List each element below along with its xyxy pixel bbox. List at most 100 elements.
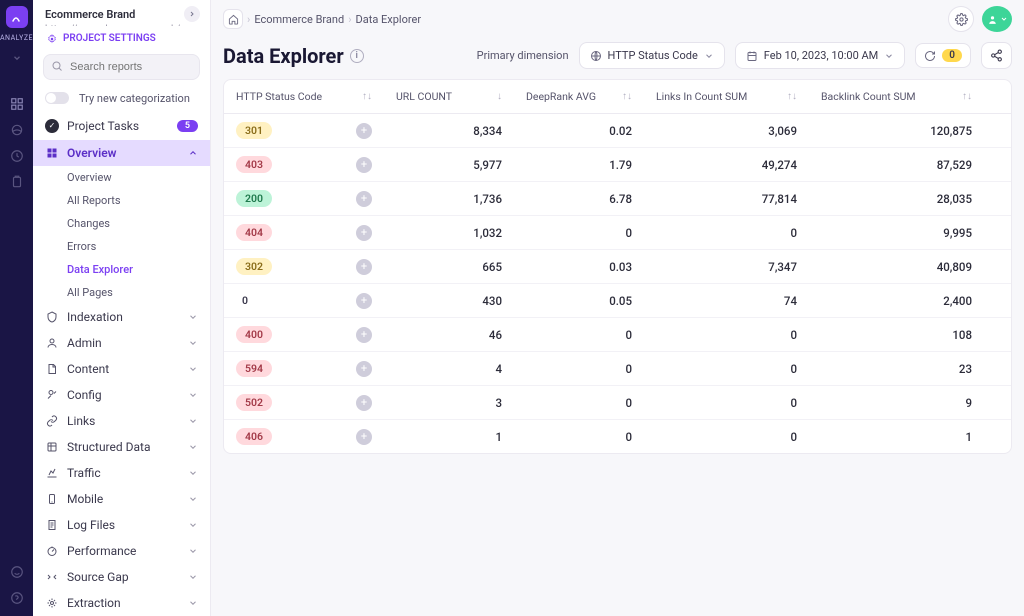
table-row[interactable]: 302+6650.037,34740,809 <box>224 250 1011 284</box>
sidebar-sub-item[interactable]: Errors <box>33 235 210 258</box>
expand-row-button[interactable]: + <box>356 429 372 445</box>
project-settings-link[interactable]: PROJECT SETTINGS <box>33 26 210 54</box>
sidebar-sub-item[interactable]: All Reports <box>33 189 210 212</box>
cell-backlink: 23 <box>809 354 984 384</box>
cell-url-count: 4 <box>384 354 514 384</box>
sidebar-section-mobile[interactable]: Mobile <box>33 486 210 512</box>
main-content: › Ecommerce Brand › Data Explorer Data E… <box>211 0 1024 616</box>
table-row[interactable]: 502+3009 <box>224 386 1011 420</box>
search-input[interactable] <box>43 54 200 80</box>
table-row[interactable]: 403+5,9771.7949,27487,529 <box>224 148 1011 182</box>
categorization-toggle[interactable] <box>45 92 69 104</box>
table-row[interactable]: 404+1,032009,995 <box>224 216 1011 250</box>
share-button[interactable] <box>981 42 1012 69</box>
section-icon <box>45 492 59 506</box>
date-select[interactable]: Feb 10, 2023, 10:00 AM <box>735 42 906 69</box>
sidebar-section-content[interactable]: Content <box>33 356 210 382</box>
sidebar-section-performance[interactable]: Performance <box>33 538 210 564</box>
sort-icon[interactable]: ↑↓ <box>362 91 372 102</box>
table-row[interactable]: 301+8,3340.023,069120,875 <box>224 114 1011 148</box>
expand-row-button[interactable]: + <box>356 225 372 241</box>
cell-url-count: 430 <box>384 286 514 316</box>
column-header[interactable]: Links In Count SUM↑↓ <box>644 80 809 113</box>
categorization-toggle-label: Try new categorization <box>79 92 190 105</box>
cell-links-in: 49,274 <box>644 150 809 180</box>
expand-row-button[interactable]: + <box>356 395 372 411</box>
primary-dimension-select[interactable]: HTTP Status Code <box>579 42 725 69</box>
expand-row-button[interactable]: + <box>356 259 372 275</box>
table-row[interactable]: 406+1001 <box>224 420 1011 453</box>
sidebar-sub-item[interactable]: Overview <box>33 166 210 189</box>
sort-icon[interactable]: ↑↓ <box>787 91 797 102</box>
cell-deeprank: 6.78 <box>514 184 644 214</box>
sidebar-section-source-gap[interactable]: Source Gap <box>33 564 210 590</box>
cell-url-count: 1 <box>384 422 514 452</box>
cell-deeprank: 0 <box>514 388 644 418</box>
sidebar-section-traffic[interactable]: Traffic <box>33 460 210 486</box>
breadcrumb-item[interactable]: Data Explorer <box>356 13 422 26</box>
sidebar-sub-item[interactable]: Data Explorer <box>33 258 210 281</box>
table-row[interactable]: 200+1,7366.7877,81428,035 <box>224 182 1011 216</box>
table-header: HTTP Status Code↑↓ URL COUNT↓ DeepRank A… <box>224 80 1011 114</box>
cell-backlink: 87,529 <box>809 150 984 180</box>
cell-links-in: 0 <box>644 422 809 452</box>
cell-deeprank: 0 <box>514 354 644 384</box>
rail-globe-icon[interactable] <box>7 120 27 140</box>
table-row[interactable]: 594+40023 <box>224 352 1011 386</box>
sidebar-section-structured-data[interactable]: Structured Data <box>33 434 210 460</box>
cell-backlink: 9,995 <box>809 218 984 248</box>
expand-row-button[interactable]: + <box>356 157 372 173</box>
sidebar-section-admin[interactable]: Admin <box>33 330 210 356</box>
sidebar-section-indexation[interactable]: Indexation <box>33 304 210 330</box>
rail-dashboard-icon[interactable] <box>7 94 27 114</box>
rail-clipboard-icon[interactable] <box>7 172 27 192</box>
sidebar-section-log-files[interactable]: Log Files <box>33 512 210 538</box>
info-icon[interactable]: i <box>350 49 364 63</box>
sidebar-sub-item[interactable]: Changes <box>33 212 210 235</box>
sidebar-overview[interactable]: Overview <box>33 140 210 166</box>
expand-row-button[interactable]: + <box>356 293 372 309</box>
gear-icon <box>45 32 59 46</box>
column-header[interactable]: HTTP Status Code↑↓ <box>224 80 384 113</box>
sort-icon[interactable]: ↑↓ <box>962 91 972 102</box>
settings-button[interactable] <box>948 6 974 32</box>
status-pill: 301 <box>236 122 272 139</box>
chevron-down-icon <box>188 468 198 478</box>
rail-smile-icon[interactable] <box>7 562 27 582</box>
sidebar-section-extraction[interactable]: Extraction <box>33 590 210 616</box>
sidebar-section-links[interactable]: Links <box>33 408 210 434</box>
project-tasks-item[interactable]: ✓ Project Tasks 5 <box>33 113 210 139</box>
chevron-up-icon <box>188 148 198 158</box>
column-header[interactable]: Backlink Count SUM↑↓ <box>809 80 984 113</box>
column-header[interactable]: DeepRank AVG↑↓ <box>514 80 644 113</box>
issues-button[interactable]: 0 <box>915 43 971 68</box>
cell-links-in: 0 <box>644 354 809 384</box>
project-switch-button[interactable] <box>184 6 200 22</box>
expand-row-button[interactable]: + <box>356 327 372 343</box>
cell-links-in: 77,814 <box>644 184 809 214</box>
tasks-count-badge: 5 <box>177 120 198 132</box>
sidebar-sub-item[interactable]: All Pages <box>33 281 210 304</box>
expand-row-button[interactable]: + <box>356 123 372 139</box>
expand-row-button[interactable]: + <box>356 361 372 377</box>
user-avatar-button[interactable] <box>982 6 1012 32</box>
chevron-down-icon <box>188 520 198 530</box>
cell-links-in: 0 <box>644 218 809 248</box>
sort-icon[interactable]: ↑↓ <box>622 91 632 102</box>
sidebar-section-config[interactable]: Config <box>33 382 210 408</box>
cell-links-in: 7,347 <box>644 252 809 282</box>
sidebar: Ecommerce Brand https://www.dc.ecomm.co.… <box>33 0 211 616</box>
app-logo[interactable] <box>6 6 28 28</box>
breadcrumb-item[interactable]: Ecommerce Brand <box>254 13 344 26</box>
table-row[interactable]: 400+4600108 <box>224 318 1011 352</box>
breadcrumb-home[interactable] <box>223 9 243 29</box>
rail-help-icon[interactable] <box>7 588 27 608</box>
search-icon <box>51 60 63 72</box>
rail-chevron-down-icon[interactable] <box>7 48 27 68</box>
sort-icon[interactable]: ↓ <box>497 91 502 102</box>
chevron-down-icon <box>188 546 198 556</box>
column-header[interactable]: URL COUNT↓ <box>384 80 514 113</box>
rail-clock-icon[interactable] <box>7 146 27 166</box>
table-row[interactable]: 0+4300.05742,400 <box>224 284 1011 318</box>
expand-row-button[interactable]: + <box>356 191 372 207</box>
